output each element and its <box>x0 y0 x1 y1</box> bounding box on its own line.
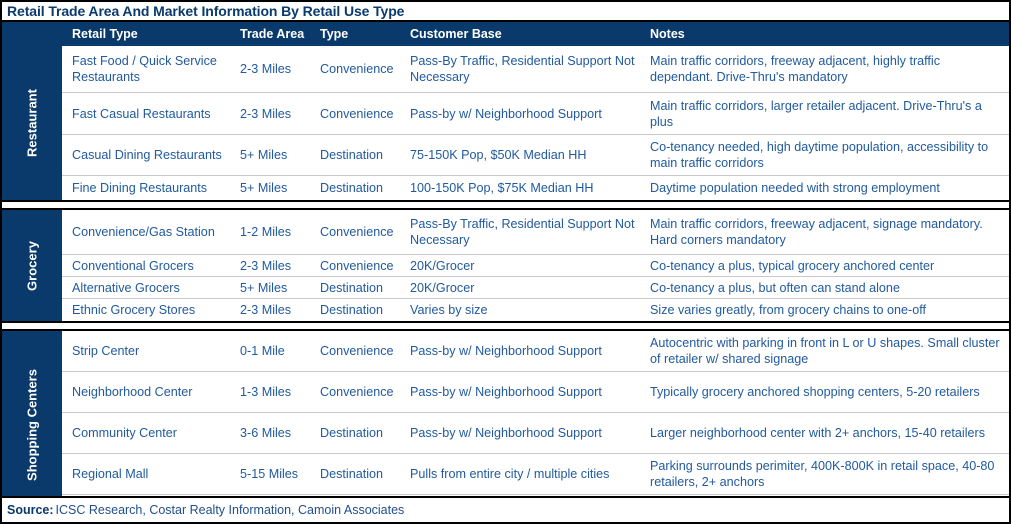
column-header-retail-type: Retail Type <box>72 27 138 41</box>
cell-customer-base: 100-150K Pop, $75K Median HH <box>410 181 594 195</box>
cell-notes: Main traffic corridors, freeway adjacent… <box>650 217 983 247</box>
cell-trade-area: 5+ Miles <box>240 181 288 195</box>
cell-retail-type: Ethnic Grocery Stores <box>72 303 196 317</box>
cell-type: Convenience <box>320 258 394 273</box>
column-header-customer-base: Customer Base <box>410 27 502 41</box>
cell-type: Destination <box>320 467 384 481</box>
cell-customer-base: 20K/Grocer <box>410 258 475 273</box>
cell-notes: Co-tenancy a plus, but often can stand a… <box>650 280 900 295</box>
section-rows: Convenience/Gas Station 1-2 Miles Conven… <box>62 210 1009 321</box>
table-section-restaurant: Restaurant Fast Food / Quick Service Res… <box>2 46 1009 202</box>
cell-type: Convenience <box>320 106 394 121</box>
table-section-shopping-centers: Shopping Centers Strip Center 0-1 Mile C… <box>2 329 1009 520</box>
cell-notes: Co-tenancy needed, high daytime populati… <box>650 140 989 170</box>
column-header-notes: Notes <box>650 27 685 41</box>
cell-customer-base: Pass-by w/ Neighborhood Support <box>410 106 602 121</box>
table-row: Convenience/Gas Station 1-2 Miles Conven… <box>62 210 1009 255</box>
cell-customer-base: Pass-by w/ Neighborhood Support <box>410 385 602 399</box>
table-row: Casual Dining Restaurants 5+ Miles Desti… <box>62 135 1009 176</box>
table-row: Ethnic Grocery Stores 2-3 Miles Destinat… <box>62 299 1009 321</box>
cell-trade-area: 2-3 Miles <box>240 258 292 273</box>
cell-customer-base: 75-150K Pop, $50K Median HH <box>410 148 587 162</box>
category-label: Restaurant <box>24 89 40 157</box>
table-row: Fast Casual Restaurants 2-3 Miles Conven… <box>62 93 1009 135</box>
category-band-restaurant: Restaurant <box>2 46 62 200</box>
cell-trade-area: 2-3 Miles <box>240 106 292 121</box>
cell-notes: Co-tenancy a plus, typical grocery ancho… <box>650 258 935 273</box>
cell-retail-type: Fast Food / Quick Service Restaurants <box>72 54 217 84</box>
cell-customer-base: Pass-By Traffic, Residential Support Not… <box>410 54 635 84</box>
column-header-trade-area: Trade Area <box>240 27 305 41</box>
cell-retail-type: Regional Mall <box>72 467 149 481</box>
cell-retail-type: Fast Casual Restaurants <box>72 106 211 121</box>
cell-notes: Autocentric with parking in front in L o… <box>650 336 1000 366</box>
cell-trade-area: 3-6 Miles <box>240 426 292 440</box>
cell-notes: Size varies greatly, from grocery chains… <box>650 303 927 317</box>
cell-type: Destination <box>320 426 384 440</box>
cell-retail-type: Neighborhood Center <box>72 385 193 399</box>
cell-trade-area: 2-3 Miles <box>240 62 292 76</box>
figure-title-bar: Retail Trade Area And Market Information… <box>2 2 1009 22</box>
cell-trade-area: 0-1 Mile <box>240 344 285 358</box>
cell-notes: Typically grocery anchored shopping cent… <box>650 385 980 399</box>
cell-type: Convenience <box>320 225 394 239</box>
cell-notes: Larger neighborhood center with 2+ ancho… <box>650 426 985 440</box>
table-row: Strip Center 0-1 Mile Convenience Pass-b… <box>62 331 1009 372</box>
cell-trade-area: 1-3 Miles <box>240 385 292 399</box>
source-text: ICSC Research, Costar Realty Information… <box>55 503 405 517</box>
cell-retail-type: Alternative Grocers <box>72 280 180 295</box>
cell-customer-base: Pulls from entire city / multiple cities <box>410 467 610 481</box>
cell-customer-base: Pass-by w/ Neighborhood Support <box>410 426 602 440</box>
table-row: Community Center 3-6 Miles Destination P… <box>62 413 1009 454</box>
cell-trade-area: 1-2 Miles <box>240 225 292 239</box>
category-band-shopping-centers: Shopping Centers <box>2 331 62 518</box>
cell-notes: Main traffic corridors, larger retailer … <box>650 98 982 129</box>
cell-retail-type: Casual Dining Restaurants <box>72 148 222 162</box>
cell-notes: Main traffic corridors, freeway adjacent… <box>650 54 941 84</box>
cell-customer-base: 20K/Grocer <box>410 280 475 295</box>
cell-notes: Parking surrounds perimiter, 400K-800K i… <box>650 459 995 489</box>
table-row: Neighborhood Center 1-3 Miles Convenienc… <box>62 372 1009 413</box>
source-label: Source: <box>7 503 54 517</box>
table-row: Conventional Grocers 2-3 Miles Convenien… <box>62 255 1009 277</box>
table-section-grocery: Grocery Convenience/Gas Station 1-2 Mile… <box>2 208 1009 323</box>
section-rows: Strip Center 0-1 Mile Convenience Pass-b… <box>62 331 1009 518</box>
cell-trade-area: 2-3 Miles <box>240 303 292 317</box>
category-label: Shopping Centers <box>24 368 40 481</box>
column-header-type: Type <box>320 27 349 41</box>
cell-retail-type: Convenience/Gas Station <box>72 225 215 239</box>
section-rows: Fast Food / Quick Service Restaurants 2-… <box>62 46 1009 200</box>
table-row: Fine Dining Restaurants 5+ Miles Destina… <box>62 176 1009 200</box>
cell-trade-area: 5+ Miles <box>240 280 288 295</box>
cell-type: Destination <box>320 280 384 295</box>
table-row: Fast Food / Quick Service Restaurants 2-… <box>62 46 1009 93</box>
table-row: Alternative Grocers 5+ Miles Destination… <box>62 277 1009 299</box>
table-column-header-row: Retail Type Trade Area Type Customer Bas… <box>2 22 1009 46</box>
cell-retail-type: Strip Center <box>72 344 140 358</box>
cell-retail-type: Community Center <box>72 426 177 440</box>
cell-customer-base: Pass-by w/ Neighborhood Support <box>410 344 602 358</box>
cell-customer-base: Varies by size <box>410 303 488 317</box>
cell-notes: Daytime population needed with strong em… <box>650 181 940 195</box>
cell-retail-type: Conventional Grocers <box>72 258 194 273</box>
cell-type: Convenience <box>320 385 394 399</box>
cell-type: Convenience <box>320 344 394 358</box>
cell-customer-base: Pass-By Traffic, Residential Support Not… <box>410 217 635 247</box>
cell-type: Destination <box>320 148 384 162</box>
source-footer: Source: ICSC Research, Costar Realty Inf… <box>2 496 1009 522</box>
category-label: Grocery <box>24 240 40 291</box>
cell-type: Destination <box>320 181 384 195</box>
category-band-grocery: Grocery <box>2 210 62 321</box>
cell-trade-area: 5-15 Miles <box>240 467 299 481</box>
table-row: Regional Mall 5-15 Miles Destination Pul… <box>62 454 1009 495</box>
cell-type: Destination <box>320 303 384 317</box>
retail-trade-area-table-figure: Retail Trade Area And Market Information… <box>0 0 1011 524</box>
cell-trade-area: 5+ Miles <box>240 148 288 162</box>
cell-type: Convenience <box>320 62 394 76</box>
cell-retail-type: Fine Dining Restaurants <box>72 181 208 195</box>
page-title: Retail Trade Area And Market Information… <box>7 3 405 19</box>
